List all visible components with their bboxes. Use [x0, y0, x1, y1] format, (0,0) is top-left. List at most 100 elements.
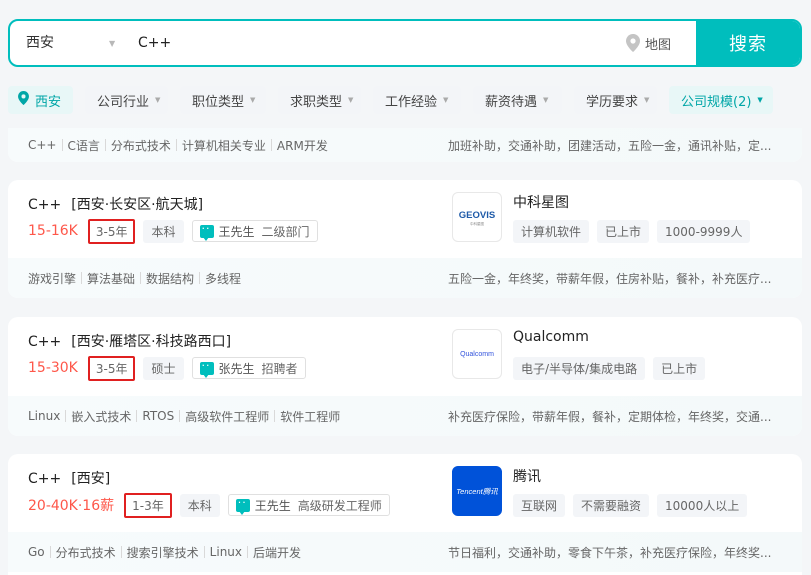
chevron-down-icon: ▼ — [757, 96, 763, 104]
filter-job-type[interactable]: 职位类型 ▼ — [180, 86, 266, 114]
chevron-down-icon: ▼ — [348, 96, 354, 104]
chat-icon — [199, 222, 214, 241]
chat-icon — [199, 359, 214, 378]
skill-tag: C语言 — [67, 138, 100, 153]
company-name[interactable]: 中科星图 — [513, 192, 569, 212]
company-tag: 不需要融资 — [573, 494, 650, 517]
chevron-down-icon[interactable]: ▼ — [109, 40, 115, 48]
job-card[interactable]: C++ [西安·雁塔区·科技路西口] 15-30K 3-5年 硕士 张先生 招聘者… — [8, 317, 802, 436]
chevron-down-icon: ▼ — [644, 96, 650, 104]
filter-label: 求职类型 — [290, 94, 343, 110]
job-name: C++ — [28, 197, 62, 213]
filter-experience[interactable]: 工作经验 ▼ — [373, 86, 461, 114]
company-tag: 已上市 — [597, 220, 650, 243]
filter-location[interactable]: 西安 — [8, 86, 73, 114]
search-bar: 西安 ▼ 地图 搜索 — [8, 19, 802, 67]
company-tag: 电子/半导体/集成电路 — [513, 357, 646, 380]
filter-salary[interactable]: 薪资待遇 ▼ — [473, 86, 562, 114]
skill-tag: 分布式技术 — [110, 138, 171, 153]
skill-tags: Linux 嵌入式技术 RTOS 高级软件工程师 软件工程师 — [28, 408, 340, 425]
filter-company-size[interactable]: 公司规模(2) ▼ — [669, 86, 773, 114]
recruiter-chat[interactable]: 王先生 高级研发工程师 — [227, 494, 390, 516]
search-button[interactable]: 搜索 — [696, 21, 800, 65]
chevron-down-icon: ▼ — [250, 96, 256, 104]
skill-tag: 后端开发 — [253, 545, 302, 560]
skill-tag: 分布式技术 — [55, 545, 116, 560]
recruiter-chat[interactable]: 王先生 二级部门 — [191, 220, 318, 242]
company-tags: 计算机软件 已上市 1000-9999人 — [513, 220, 751, 243]
company-tag: 10000人以上 — [657, 494, 748, 517]
job-title[interactable]: C++ [西安·雁塔区·科技路西口] — [28, 331, 231, 351]
company-tag: 互联网 — [513, 494, 566, 517]
welfare-text: 五险一金，年终奖，带薪年假，住房补贴，餐补，补充医疗... — [448, 271, 772, 286]
skill-tag: Linux — [209, 545, 243, 559]
job-card-partial[interactable]: C++ C语言 分布式技术 计算机相关专业 ARM开发 加班补助，交通补助，团建… — [8, 128, 802, 162]
recruiter-name: 张先生 — [218, 361, 255, 376]
company-logo[interactable]: GEOVIS 中科星图 — [452, 192, 502, 242]
skill-tag: 游戏引擎 — [28, 271, 77, 286]
job-area: [西安·长安区·航天城] — [71, 197, 204, 213]
salary: 15-30K — [28, 360, 78, 376]
recruiter-role: 二级部门 — [261, 224, 310, 239]
skill-tag: Linux — [28, 409, 61, 423]
job-title[interactable]: C++ [西安·长安区·航天城] — [28, 194, 203, 214]
salary: 15-16K — [28, 223, 78, 239]
chat-icon — [235, 496, 250, 515]
skill-tag: 搜索引擎技术 — [126, 545, 199, 560]
degree-tag: 本科 — [143, 219, 184, 243]
welfare-text: 补充医疗保险，带薪年假，餐补，定期体检，年终奖，交通... — [448, 409, 772, 424]
company-tag: 已上市 — [653, 357, 706, 380]
filter-label: 公司行业 — [97, 94, 150, 110]
job-name: C++ — [28, 471, 62, 487]
map-button[interactable]: 地图 — [626, 21, 671, 65]
recruiter-name: 王先生 — [218, 224, 255, 239]
recruiter-role: 高级研发工程师 — [297, 498, 382, 513]
job-card-footer: Go 分布式技术 搜索引擎技术 Linux 后端开发 节日福利，交通补助，零食下… — [8, 532, 802, 572]
job-title[interactable]: C++ [西安] — [28, 468, 110, 488]
filter-label: 学历要求 — [586, 94, 639, 110]
company-name[interactable]: 腾讯 — [513, 466, 541, 486]
company-logo[interactable]: Tencent腾讯 — [452, 466, 502, 516]
city-select[interactable]: 西安 — [26, 21, 54, 65]
filter-label: 职位类型 — [192, 94, 245, 110]
job-card-footer: Linux 嵌入式技术 RTOS 高级软件工程师 软件工程师 补充医疗保险，带薪… — [8, 396, 802, 436]
skill-tag: C++ — [28, 138, 57, 152]
welfare-text: 节日福利，交通补助，零食下午茶，补充医疗保险，年终奖... — [448, 545, 772, 560]
company-tag: 计算机软件 — [513, 220, 590, 243]
welfare-text: 加班补助，交通补助，团建活动，五险一金，通讯补贴，定... — [448, 138, 772, 153]
skill-tag: 高级软件工程师 — [185, 409, 270, 424]
location-pin-icon — [18, 91, 29, 109]
filter-label: 工作经验 — [385, 94, 438, 110]
job-area: [西安·雁塔区·科技路西口] — [71, 334, 232, 350]
skill-tag: 数据结构 — [146, 271, 195, 286]
skill-tag: 嵌入式技术 — [71, 409, 132, 424]
experience-tag: 3-5年 — [87, 355, 136, 381]
skill-tag: 计算机相关专业 — [181, 138, 266, 153]
job-card[interactable]: C++ [西安] 20-40K·16薪 1-3年 本科 王先生 高级研发工程师 T… — [8, 454, 802, 575]
company-name[interactable]: Qualcomm — [513, 329, 589, 345]
experience-tag: 3-5年 — [87, 218, 136, 244]
recruiter-chat[interactable]: 张先生 招聘者 — [191, 357, 306, 379]
skill-tag: 软件工程师 — [280, 409, 341, 424]
map-label: 地图 — [645, 37, 672, 53]
skill-tag: ARM开发 — [276, 138, 328, 153]
filter-employment-type[interactable]: 求职类型 ▼ — [278, 86, 361, 114]
filter-industry[interactable]: 公司行业 ▼ — [85, 86, 168, 114]
company-tag: 1000-9999人 — [657, 220, 751, 243]
skill-tag: 算法基础 — [87, 271, 136, 286]
top-strip — [0, 0, 811, 10]
job-card[interactable]: C++[西安·长安区·航天城] 15-16K 3-5年 本科 王先生 二级部门 … — [8, 180, 802, 298]
company-logo[interactable]: Qualcomm — [452, 329, 502, 379]
skill-tag: Go — [28, 545, 45, 559]
degree-tag: 硕士 — [143, 356, 184, 380]
filter-degree[interactable]: 学历要求 ▼ — [574, 86, 657, 114]
svg-text:中科星图: 中科星图 — [470, 221, 484, 226]
filter-bar: 西安 公司行业 ▼ 职位类型 ▼ 求职类型 ▼ 工作经验 ▼ 薪资待遇 ▼ 学历要求 ▼ 公… — [8, 86, 804, 114]
job-area: [西安] — [71, 471, 111, 487]
search-input[interactable] — [138, 30, 578, 56]
svg-text:Tencent腾讯: Tencent腾讯 — [456, 487, 498, 496]
map-pin-icon — [626, 34, 640, 52]
company-tags: 互联网 不需要融资 10000人以上 — [513, 494, 748, 517]
job-info: 20-40K·16薪 1-3年 本科 王先生 高级研发工程师 — [28, 492, 390, 518]
chevron-down-icon: ▼ — [443, 96, 449, 104]
